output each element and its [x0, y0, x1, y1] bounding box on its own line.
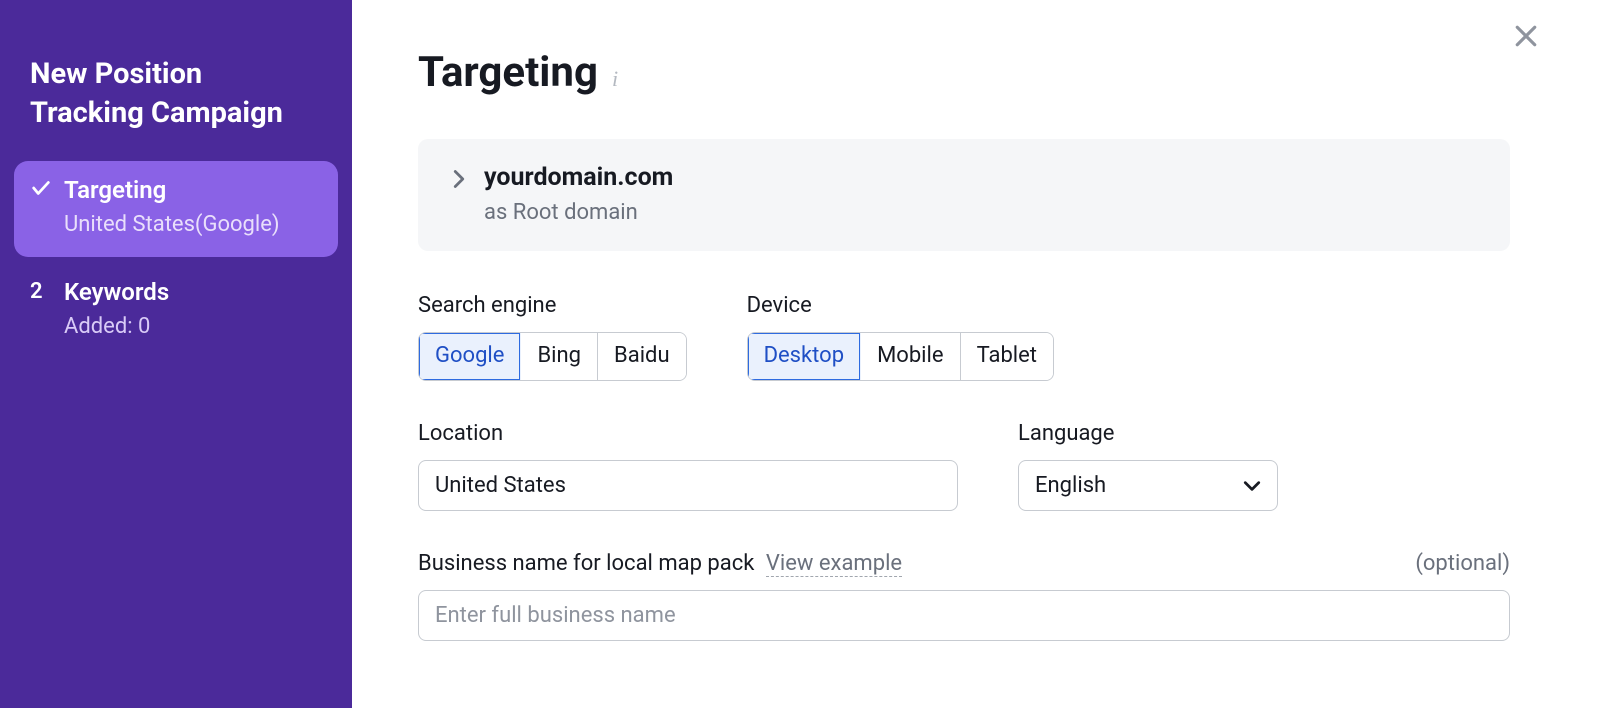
- sidebar-step-label: Targeting: [64, 175, 322, 206]
- info-icon[interactable]: i: [612, 66, 618, 92]
- business-name-input[interactable]: [418, 590, 1510, 641]
- search-engine-label: Search engine: [418, 293, 687, 318]
- device-group: Desktop Mobile Tablet: [747, 332, 1054, 381]
- view-example-link[interactable]: View example: [766, 551, 902, 577]
- device-option-mobile[interactable]: Mobile: [861, 333, 960, 380]
- location-label: Location: [418, 421, 958, 446]
- sidebar-step-targeting[interactable]: Targeting United States(Google): [14, 161, 338, 257]
- close-button[interactable]: [1508, 18, 1544, 54]
- search-engine-option-google[interactable]: Google: [419, 333, 521, 380]
- device-field: Device Desktop Mobile Tablet: [747, 293, 1054, 381]
- sidebar-title: New Position Tracking Campaign: [14, 55, 338, 161]
- language-field: Language English: [1018, 421, 1278, 511]
- language-value: English: [1035, 473, 1106, 498]
- search-engine-group: Google Bing Baidu: [418, 332, 687, 381]
- search-engine-option-baidu[interactable]: Baidu: [598, 333, 686, 380]
- page-title: Targeting: [418, 48, 598, 97]
- device-option-desktop[interactable]: Desktop: [748, 333, 862, 380]
- domain-subtype: as Root domain: [484, 200, 673, 225]
- domain-name: yourdomain.com: [484, 163, 673, 192]
- checkmark-icon: [30, 175, 64, 199]
- close-icon: [1511, 21, 1541, 51]
- sidebar-step-sub: Added: 0: [64, 312, 322, 343]
- optional-label: (optional): [1415, 551, 1510, 576]
- sidebar-step-sub: United States(Google): [64, 210, 322, 241]
- device-option-tablet[interactable]: Tablet: [961, 333, 1053, 380]
- main-panel: Targeting i yourdomain.com as Root domai…: [352, 0, 1600, 708]
- language-label: Language: [1018, 421, 1278, 446]
- sidebar-step-label: Keywords: [64, 277, 322, 308]
- step-number: 2: [30, 277, 64, 304]
- business-name-field: Business name for local map pack View ex…: [418, 551, 1510, 641]
- device-label: Device: [747, 293, 1054, 318]
- domain-card[interactable]: yourdomain.com as Root domain: [418, 139, 1510, 251]
- chevron-right-icon: [452, 163, 466, 193]
- search-engine-field: Search engine Google Bing Baidu: [418, 293, 687, 381]
- sidebar-step-keywords[interactable]: 2 Keywords Added: 0: [14, 263, 338, 359]
- page-heading: Targeting i: [418, 48, 1510, 97]
- location-field: Location: [418, 421, 958, 511]
- search-engine-option-bing[interactable]: Bing: [521, 333, 598, 380]
- business-name-label: Business name for local map pack View ex…: [418, 551, 902, 576]
- chevron-down-icon: [1243, 473, 1261, 498]
- setup-sidebar: New Position Tracking Campaign Targeting…: [0, 0, 352, 708]
- language-select[interactable]: English: [1018, 460, 1278, 511]
- location-input[interactable]: [418, 460, 958, 511]
